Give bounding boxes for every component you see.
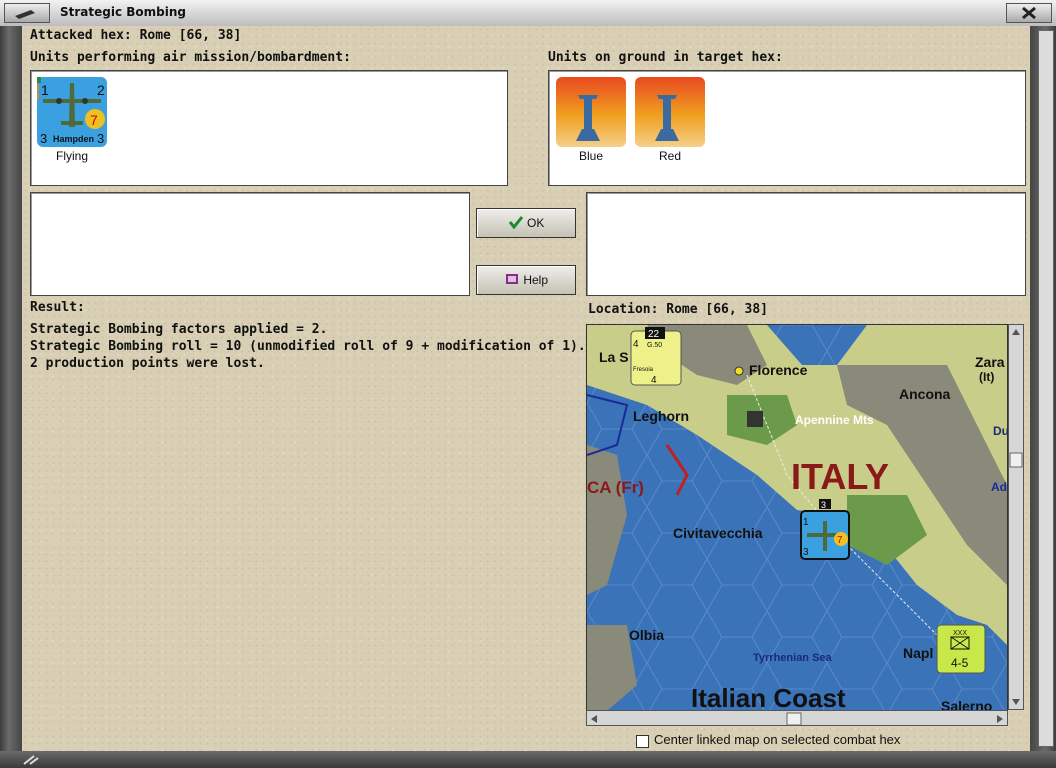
ground-unit-blue-label: Blue [578, 149, 604, 163]
window-frame-bottom [0, 751, 1056, 768]
svg-text:Tyrrhenian Sea: Tyrrhenian Sea [753, 652, 833, 664]
map-hscroll-thumb [786, 712, 802, 726]
checkmark-icon [508, 216, 523, 230]
svg-text:Leghorn: Leghorn [633, 408, 689, 424]
system-menu-button[interactable] [4, 3, 50, 23]
svg-text:3: 3 [97, 131, 104, 146]
svg-text:G.50: G.50 [647, 342, 662, 349]
svg-text:Florence: Florence [749, 362, 808, 378]
map-horizontal-scrollbar[interactable] [586, 710, 1008, 726]
map-vscroll-thumb [1009, 452, 1023, 468]
location-title: Location: Rome [66, 38] [588, 302, 769, 317]
scroll-right-arrow-icon [997, 715, 1003, 723]
result-title: Result: [30, 300, 85, 315]
ok-button[interactable]: OK [476, 208, 576, 238]
svg-text:3: 3 [40, 131, 47, 146]
factory-smokestack-icon [655, 95, 679, 141]
svg-text:ITALY: ITALY [791, 456, 889, 497]
svg-text:7: 7 [90, 112, 98, 128]
air-units-panel[interactable]: 7 1 2 3 3 Hampden Flying [30, 70, 508, 186]
scroll-up-arrow-icon [1012, 329, 1020, 335]
svg-text:Du: Du [993, 424, 1007, 438]
svg-text:XXX: XXX [953, 630, 967, 637]
center-map-checkbox[interactable] [636, 735, 649, 748]
red-factory-counter[interactable] [635, 77, 705, 147]
air-unit-info-panel [30, 192, 470, 296]
help-button[interactable]: Help [476, 265, 576, 295]
svg-text:2: 2 [97, 82, 105, 98]
result-line: Strategic Bombing roll = 10 (unmodified … [30, 339, 586, 354]
hampden-unit[interactable]: 7 1 2 3 3 Hampden Flying [33, 75, 107, 163]
result-line: 2 production points were lost. [30, 356, 265, 371]
svg-text:1: 1 [803, 517, 809, 528]
window-scrollbar-track[interactable] [1038, 30, 1054, 747]
svg-text:4: 4 [633, 339, 639, 350]
bomber-aircraft-icon: 7 1 2 3 3 Hampden [33, 75, 105, 146]
svg-text:Civitavecchia: Civitavecchia [673, 525, 763, 541]
scroll-down-arrow-icon [1012, 699, 1020, 705]
svg-text:22: 22 [648, 329, 660, 340]
factory-smokestack-icon [576, 95, 600, 141]
map-canvas: La S Florence Zara (It) Ancona Leghorn A… [587, 325, 1007, 711]
svg-text:Hampden: Hampden [53, 134, 94, 144]
result-line: Strategic Bombing factors applied = 2. [30, 322, 328, 337]
infantry-corps-counter: XXX 4-5 [936, 624, 986, 674]
ground-unit-red[interactable]: Red [634, 77, 706, 163]
hampden-status: Flying [55, 149, 88, 163]
ground-units-panel[interactable]: Blue Red [548, 70, 1026, 186]
strategic-bombing-window: Strategic Bombing Attacked hex: Rome [66… [0, 0, 1056, 768]
ok-button-label: OK [527, 216, 545, 230]
blue-factory-counter[interactable] [556, 77, 626, 147]
svg-text:Fresoia: Fresoia [633, 367, 654, 373]
svg-text:1: 1 [41, 82, 49, 98]
title-bar: Strategic Bombing [0, 0, 1056, 27]
help-button-label: Help [523, 273, 549, 287]
close-icon [1022, 6, 1036, 20]
svg-text:Zara: Zara [975, 354, 1005, 370]
center-map-label: Center linked map on selected combat hex [654, 732, 901, 747]
svg-text:3: 3 [803, 547, 809, 558]
location-map[interactable]: La S Florence Zara (It) Ancona Leghorn A… [586, 324, 1008, 712]
ground-unit-blue[interactable]: Blue [555, 77, 627, 163]
svg-text:La S: La S [599, 349, 629, 365]
hampden-counter[interactable]: 7 1 2 3 3 Hampden [33, 75, 107, 147]
ground-units-title: Units on ground in target hex: [548, 50, 783, 65]
air-units-title: Units performing air mission/bombardment… [30, 50, 351, 65]
svg-text:7: 7 [837, 535, 843, 546]
svg-text:(It): (It) [979, 370, 994, 384]
ground-unit-info-panel [586, 192, 1026, 296]
dialog-body: Attacked hex: Rome [66, 38] Units perfor… [22, 26, 1030, 751]
close-button[interactable] [1006, 3, 1052, 23]
attacked-hex-label: Attacked hex: Rome [66, 38] [30, 28, 242, 43]
svg-text:CA (Fr): CA (Fr) [587, 478, 644, 497]
window-frame-left [0, 26, 22, 751]
scroll-left-arrow-icon [591, 715, 597, 723]
window-menu-icon [15, 10, 35, 19]
svg-text:Ancona: Ancona [899, 386, 951, 402]
svg-text:4: 4 [651, 375, 657, 386]
svg-text:4-5: 4-5 [951, 656, 969, 670]
svg-text:Olbia: Olbia [629, 627, 664, 643]
map-vertical-scrollbar[interactable] [1008, 324, 1024, 710]
svg-text:3: 3 [821, 500, 826, 510]
g50-air-counter: 4 G.50 Fresoia 4 22 [630, 327, 682, 386]
svg-text:Italian Coast: Italian Coast [691, 683, 846, 711]
rome-marker [747, 411, 763, 427]
help-book-icon [505, 274, 518, 284]
svg-text:Ad: Ad [991, 480, 1007, 494]
window-title: Strategic Bombing [60, 5, 186, 19]
svg-text:Apennine Mts: Apennine Mts [795, 413, 874, 427]
window-scrollbar[interactable] [1030, 26, 1056, 751]
ground-unit-red-label: Red [658, 149, 681, 163]
svg-text:Napl: Napl [903, 645, 933, 661]
